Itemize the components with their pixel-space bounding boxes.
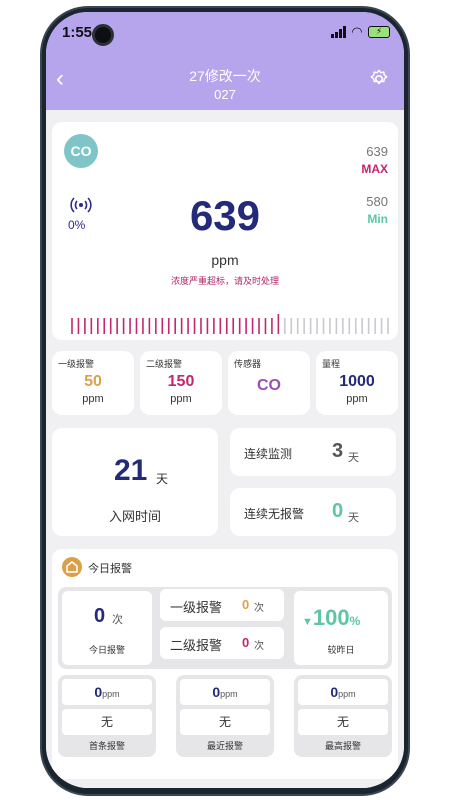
continuous-monitor-value: 3 <box>332 440 344 462</box>
min-value: 580 <box>366 194 388 209</box>
spec-value: CO <box>257 377 281 394</box>
battery-icon: ⚡ <box>368 26 390 38</box>
spec-unit: ppm <box>170 393 192 405</box>
change-label: 较昨日 <box>327 645 355 655</box>
today-summary: 0 次 今日报警 一级报警 0 次 二级报警 0 次 ▼100% 较昨日 <box>58 587 392 669</box>
concentration-gauge <box>71 314 389 334</box>
level1-alarm-box: 一级报警 0 次 <box>160 589 284 621</box>
record-value: 0ppm <box>298 679 388 705</box>
continuous-no-alarm-card: 连续无报警 0 天 <box>230 488 396 536</box>
record-status: 无 <box>180 709 270 735</box>
max-label: MAX <box>361 162 388 176</box>
record-label: 最高报警 <box>324 741 361 751</box>
record-label: 最近报警 <box>206 741 243 751</box>
status-icons: ◠ ⚡ <box>331 24 390 39</box>
change-number: 100 <box>312 605 350 630</box>
level2-alarm-unit: 次 <box>254 641 264 652</box>
record-value: 0ppm <box>180 679 270 705</box>
camera-cutout <box>92 24 114 46</box>
today-count-box: 0 次 今日报警 <box>62 591 152 665</box>
wifi-icon: ◠ <box>352 24 362 39</box>
spec-card-level2: 二级报警 150 ppm <box>140 351 222 415</box>
record-status: 无 <box>298 709 388 735</box>
level2-alarm-value: 0 <box>242 635 250 650</box>
record-status: 无 <box>62 709 152 735</box>
change-value: ▼100% <box>302 605 360 631</box>
continuous-monitor-unit: 天 <box>348 452 359 464</box>
network-days-card: 21 天 入网时间 <box>52 428 218 536</box>
level2-alarm-box: 二级报警 0 次 <box>160 627 284 659</box>
min-label: Min <box>367 212 388 226</box>
level2-alarm-label: 二级报警 <box>170 638 223 653</box>
spec-value: 150 <box>167 373 195 390</box>
home-icon <box>62 557 82 577</box>
today-alarm-card: 今日报警 0 次 今日报警 一级报警 0 次 二级报警 0 次 ▼100% 较昨… <box>52 549 398 779</box>
latest-alarm-record: 0ppm 无 最近报警 <box>176 675 274 757</box>
change-box: ▼100% 较昨日 <box>294 591 388 665</box>
network-days-label: 入网时间 <box>108 509 161 524</box>
concentration-unit: ppm <box>211 252 239 268</box>
today-count-label: 今日报警 <box>88 645 125 655</box>
spec-card-sensor: 传感器 CO <box>228 351 310 415</box>
max-value: 639 <box>366 144 388 159</box>
device-id: 027 <box>214 87 236 102</box>
level1-alarm-value: 0 <box>242 597 250 612</box>
spec-unit: ppm <box>346 393 368 405</box>
network-days-unit: 天 <box>156 472 169 486</box>
header: 1:55 ◠ ⚡ ‹ 27修改一次 027 <box>46 12 404 110</box>
continuous-no-alarm-unit: 天 <box>348 512 359 524</box>
spec-label: 传感器 <box>234 359 262 369</box>
highest-alarm-record: 0ppm 无 最高报警 <box>294 675 392 757</box>
spec-value: 50 <box>84 373 102 390</box>
spec-label: 一级报警 <box>58 359 95 369</box>
level1-alarm-unit: 次 <box>254 603 264 614</box>
spec-unit: ppm <box>82 393 104 405</box>
status-time: 1:55 <box>62 24 93 41</box>
concentration-value: 639 <box>189 192 261 239</box>
today-count-value: 0 <box>94 605 106 627</box>
first-alarm-record: 0ppm 无 首条报警 <box>58 675 156 757</box>
record-value: 0ppm <box>62 679 152 705</box>
continuous-monitor-label: 连续监测 <box>244 447 293 461</box>
down-arrow-icon: ▼ <box>302 616 313 628</box>
cellular-signal-icon <box>331 26 346 38</box>
spec-label: 量程 <box>322 359 341 369</box>
continuous-no-alarm-value: 0 <box>332 500 344 522</box>
gas-type-badge: CO <box>64 134 98 168</box>
change-unit: % <box>349 614 361 628</box>
spec-card-range: 量程 1000 ppm <box>316 351 398 415</box>
spec-card-level1: 一级报警 50 ppm <box>52 351 134 415</box>
network-days-value: 21 <box>114 454 148 487</box>
today-alarm-title: 今日报警 <box>88 563 132 575</box>
level1-alarm-label: 一级报警 <box>170 600 223 615</box>
page-title: 27修改一次 <box>189 68 261 84</box>
record-label: 首条报警 <box>88 741 125 751</box>
spec-value: 1000 <box>339 373 375 390</box>
warning-text: 浓度严重超标，请及时处理 <box>170 276 279 286</box>
continuous-monitor-card: 连续监测 3 天 <box>230 428 396 476</box>
spec-label: 二级报警 <box>146 359 183 369</box>
reading-card: CO 0% 639 ppm 浓度严重超标，请及时处理 639 MAX 580 M… <box>52 122 398 340</box>
content: CO 0% 639 ppm 浓度严重超标，请及时处理 639 MAX 580 M… <box>46 110 404 788</box>
screen: 1:55 ◠ ⚡ ‹ 27修改一次 027 CO 0% 639 ppm 浓度严重… <box>46 12 404 788</box>
gear-icon[interactable] <box>368 68 390 90</box>
today-count-unit: 次 <box>112 614 123 626</box>
continuous-no-alarm-label: 连续无报警 <box>244 507 305 521</box>
